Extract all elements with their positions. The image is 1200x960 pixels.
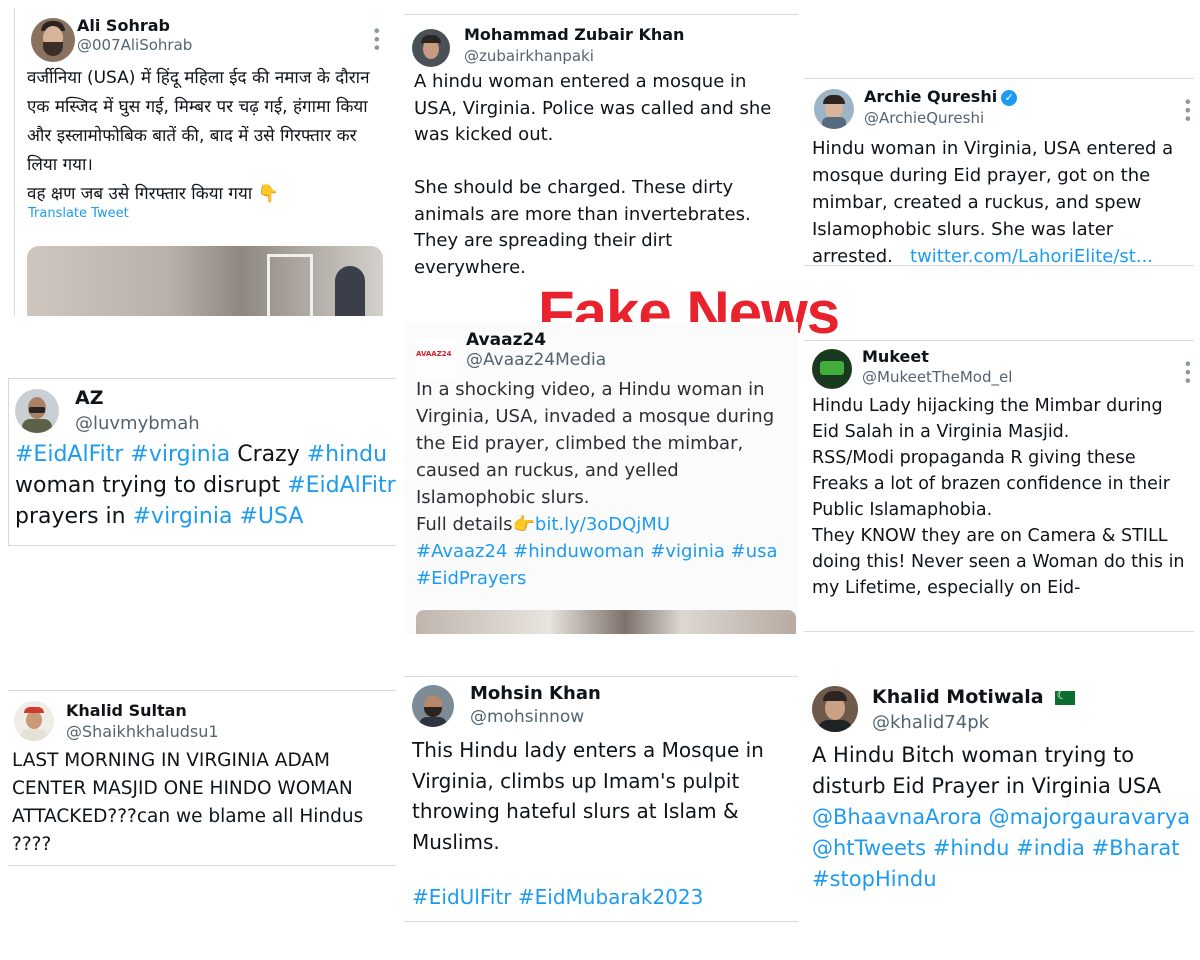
tweet-text-body: A Hindu Bitch woman trying to disturb Ei… <box>812 743 1161 798</box>
hashtag-link[interactable]: #virginia <box>133 504 233 529</box>
hashtags[interactable]: #Avaaz24 #hinduwoman #viginia #usa #EidP… <box>416 541 778 589</box>
tweet-card-avaaz24[interactable]: AVAAZ24 Avaaz24 @Avaaz24Media In a shock… <box>404 322 798 634</box>
text-fragment: prayers in <box>15 504 126 529</box>
tweet-text: Hindu Lady hijacking the Mimbar during E… <box>812 396 1185 598</box>
avatar-logo[interactable]: AVAAZ24 <box>416 338 456 378</box>
author-name[interactable]: Khalid Sultan <box>66 701 187 720</box>
tweet-card-az[interactable]: AZ @luvmybmah #EidAlFitr #virginia Crazy… <box>8 378 396 546</box>
author-handle[interactable]: @Avaaz24Media <box>466 350 606 370</box>
mentions-and-hashtags[interactable]: @BhaavnaArora @majorgauravarya @htTweets… <box>812 805 1190 891</box>
tweet-card-zubair-khan[interactable]: Mohammad Zubair Khan @zubairkhanpaki A h… <box>404 14 798 282</box>
tweet-card-khalid-motiwala[interactable]: Khalid Motiwala @khalid74pk A Hindu Bitc… <box>804 678 1194 900</box>
author-handle[interactable]: @zubairkhanpaki <box>464 47 594 65</box>
logo-text: AVAAZ24 <box>416 350 452 358</box>
tweet-text: This Hindu lady enters a Mosque in Virgi… <box>412 738 764 854</box>
hashtag-link[interactable]: #hindu <box>307 442 387 467</box>
tweet-text: #EidAlFitr #virginia Crazy #hindu woman … <box>15 439 396 532</box>
avatar[interactable] <box>412 29 450 67</box>
translate-tweet-link[interactable]: Translate Tweet <box>28 206 129 221</box>
avatar[interactable] <box>15 389 59 433</box>
details-link[interactable]: bit.ly/3oDQjMU <box>535 514 670 535</box>
author-handle[interactable]: @luvmybmah <box>75 413 200 434</box>
tweet-text: वर्जीनिया (USA) में हिंदू महिला ईद की नम… <box>27 68 370 204</box>
hashtag-link[interactable]: #EidAlFitr <box>15 442 123 467</box>
avatar[interactable] <box>31 18 75 62</box>
author-name-text[interactable]: Khalid Motiwala <box>872 686 1044 708</box>
window-frame <box>267 254 313 316</box>
tweet-text: Hindu woman in Virginia, USA entered a m… <box>812 135 1194 265</box>
person-figure <box>335 266 365 316</box>
author-name[interactable]: Mukeet <box>862 347 929 366</box>
author-handle[interactable]: @ArchieQureshi <box>864 109 984 127</box>
tweet-text: A hindu woman entered a mosque in USA, V… <box>414 71 772 278</box>
avatar[interactable] <box>812 349 852 389</box>
tweet-card-archie-qureshi[interactable]: Archie Qureshi ✓ @ArchieQureshi ••• Hindu… <box>804 78 1194 266</box>
quoted-tweet-link[interactable]: twitter.com/LahoriElite/st... <box>910 246 1153 265</box>
tweet-text-body: In a shocking video, a Hindu woman in Vi… <box>416 379 775 508</box>
author-name[interactable]: Khalid Motiwala <box>872 686 1075 708</box>
author-handle[interactable]: @MukeetTheMod_el <box>862 368 1012 386</box>
details-label: Full details👉 <box>416 514 535 535</box>
tweet-card-mohsin-khan[interactable]: Mohsin Khan @mohsinnow This Hindu lady e… <box>404 676 798 922</box>
tweet-card-ali-sohrab[interactable]: Ali Sohrab @007AliSohrab ••• वर्जीनिया (… <box>14 8 394 316</box>
author-name[interactable]: Mohsin Khan <box>470 683 601 704</box>
author-name[interactable]: Avaaz24 <box>466 330 546 350</box>
video-thumbnail[interactable] <box>416 610 796 634</box>
avatar[interactable] <box>814 89 854 129</box>
author-name-text[interactable]: Archie Qureshi <box>864 87 997 106</box>
tweet-text: A Hindu Bitch woman trying to disturb Ei… <box>812 740 1194 895</box>
tweet-card-khalid-sultan[interactable]: Khalid Sultan @Shaikhkhaludsu1 LAST MORN… <box>8 690 396 866</box>
author-name[interactable]: Ali Sohrab <box>77 16 170 35</box>
author-handle[interactable]: @007AliSohrab <box>77 36 192 54</box>
more-options-icon[interactable]: ••• <box>367 26 386 51</box>
hashtag-link[interactable]: #EidAlFitr <box>287 473 395 498</box>
author-name[interactable]: AZ <box>75 387 103 409</box>
more-options-icon[interactable]: ••• <box>1178 97 1194 122</box>
tweet-text: In a shocking video, a Hindu woman in Vi… <box>416 376 794 592</box>
author-handle[interactable]: @khalid74pk <box>872 712 989 733</box>
tweet-card-mukeet[interactable]: Mukeet @MukeetTheMod_el ••• Hindu Lady h… <box>804 340 1194 632</box>
video-thumbnail[interactable] <box>27 246 383 316</box>
author-name[interactable]: Archie Qureshi ✓ <box>864 87 1018 106</box>
tweet-text: LAST MORNING IN VIRGINIA ADAM CENTER MAS… <box>12 750 364 855</box>
avatar[interactable] <box>412 685 454 727</box>
pakistan-flag-icon <box>1049 688 1075 705</box>
author-handle[interactable]: @mohsinnow <box>470 707 584 727</box>
avatar[interactable] <box>812 686 858 732</box>
avatar[interactable] <box>14 701 54 741</box>
text-fragment: Crazy <box>237 442 300 467</box>
author-name[interactable]: Mohammad Zubair Khan <box>464 25 684 44</box>
hashtags[interactable]: #EidUlFitr #EidMubarak2023 <box>412 885 703 909</box>
hashtag-link[interactable]: #USA <box>239 504 303 529</box>
text-fragment: woman trying to disrupt <box>15 473 281 498</box>
verified-badge-icon: ✓ <box>1001 89 1018 106</box>
hashtag-link[interactable]: #virginia <box>130 442 230 467</box>
more-options-icon[interactable]: ••• <box>1178 359 1194 384</box>
author-handle[interactable]: @Shaikhkhaludsu1 <box>66 722 219 741</box>
